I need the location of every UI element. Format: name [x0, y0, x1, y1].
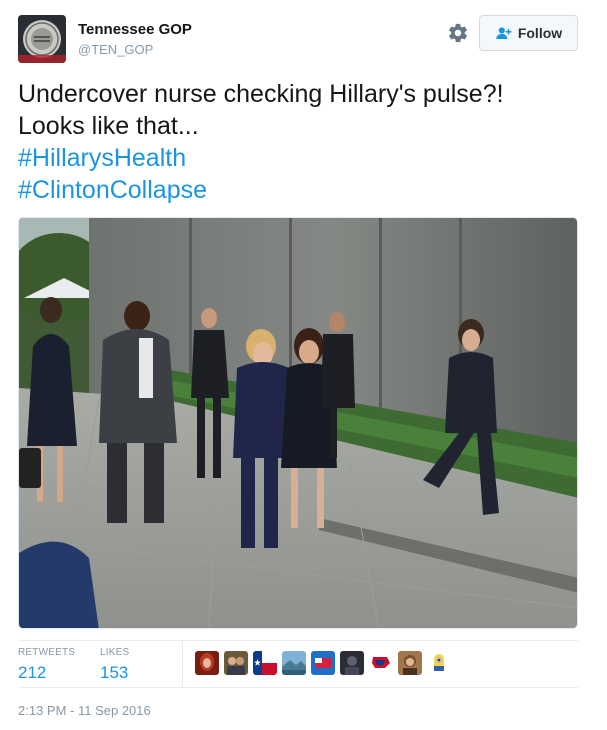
liker-avatar-trump-2016[interactable]: [369, 651, 393, 675]
photo-image: [19, 218, 577, 628]
liker-avatars: [195, 651, 451, 675]
retweets-label: RETWEETS: [18, 647, 76, 658]
tweet-text-line: Undercover nurse checking Hillary's puls…: [18, 80, 504, 108]
liker-avatar-couple[interactable]: [224, 651, 248, 675]
tweet-timestamp[interactable]: 2:13 PM - 11 Sep 2016: [18, 703, 151, 718]
tweet-text-line: Looks like that...: [18, 112, 199, 140]
profile-display-name[interactable]: Tennessee GOP: [78, 21, 192, 38]
hashtag-link[interactable]: #HillarysHealth: [18, 142, 578, 174]
likes-count: 153: [100, 663, 129, 682]
hashtag-link[interactable]: #ClintonCollapse: [18, 174, 578, 206]
liker-avatar-landscape[interactable]: [282, 651, 306, 675]
retweets-count: 212: [18, 663, 47, 682]
likes-label: LIKES: [100, 647, 130, 658]
tweet-photo[interactable]: [18, 217, 578, 629]
profile-avatar[interactable]: [18, 15, 66, 63]
liker-avatar-dark[interactable]: [340, 651, 364, 675]
tweet-stats: RETWEETS 212 LIKES 153: [18, 641, 578, 687]
gear-icon[interactable]: [447, 22, 469, 44]
liker-avatar-flag-blue[interactable]: [311, 651, 335, 675]
follow-button[interactable]: Follow: [479, 15, 578, 51]
state-seal-icon: [18, 15, 66, 63]
add-user-icon: [495, 26, 512, 40]
liker-avatar-texas-flag[interactable]: [253, 651, 277, 675]
liker-avatar-red-hair[interactable]: [195, 651, 219, 675]
retweets-stat[interactable]: RETWEETS 212: [18, 647, 75, 683]
likes-stat[interactable]: LIKES 153: [100, 647, 129, 683]
tweet-text: Undercover nurse checking Hillary's puls…: [18, 78, 578, 206]
profile-handle[interactable]: @TEN_GOP: [78, 42, 153, 57]
tweet-header: Tennessee GOP @TEN_GOP Follow: [18, 15, 590, 65]
follow-button-label: Follow: [517, 25, 563, 41]
liker-avatar-minion[interactable]: [427, 651, 451, 675]
tweet-card: Tennessee GOP @TEN_GOP Follow Undercover…: [0, 0, 607, 730]
stats-bottom-divider: [18, 687, 578, 688]
stats-separator: [182, 641, 183, 687]
liker-avatar-portrait[interactable]: [398, 651, 422, 675]
